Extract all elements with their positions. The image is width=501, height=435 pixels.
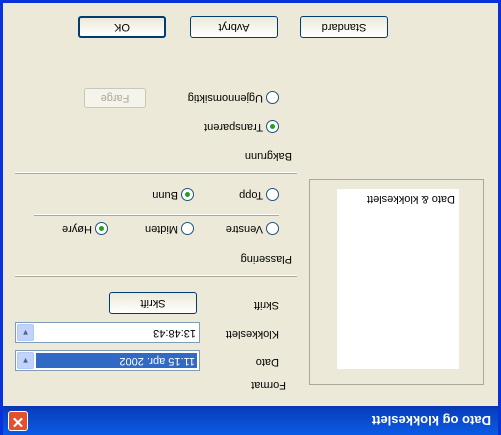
chevron-down-icon[interactable]: ▼	[17, 324, 34, 341]
radio-left[interactable]	[266, 222, 279, 235]
chevron-down-icon[interactable]: ▼	[17, 352, 34, 369]
separator	[34, 214, 279, 216]
preview-paper: Dato & klokkeslett	[337, 189, 459, 369]
preview-text: Dato & klokkeslett	[366, 193, 455, 205]
font-button[interactable]: Skrift	[109, 292, 197, 314]
time-label: Klokkeslett	[225, 328, 279, 340]
date-format-select[interactable]: 11.15 apr. 2002 ▼	[15, 350, 200, 371]
radio-top[interactable]	[266, 188, 279, 201]
date-label: Dato	[255, 356, 279, 368]
time-format-select[interactable]: 13:48:43 ▼	[15, 322, 200, 343]
radio-center[interactable]	[181, 222, 194, 235]
preview-frame: Dato & klokkeslett	[309, 179, 484, 385]
position-heading: Plassering	[240, 253, 292, 265]
separator	[15, 172, 297, 174]
time-format-value: 13:48:43	[153, 327, 196, 339]
ok-button[interactable]: OK	[78, 16, 166, 38]
radio-right-label[interactable]: Høyre	[62, 223, 92, 235]
date-format-value: 11.15 apr. 2002	[36, 353, 197, 368]
separator	[15, 275, 297, 277]
cancel-button[interactable]: Avbryt	[190, 16, 278, 38]
close-button[interactable]: ✕	[8, 411, 28, 431]
window-title: Dato og klokkeslett	[371, 413, 491, 428]
radio-opaque-label[interactable]: Ugjennomsiktig	[188, 92, 263, 104]
radio-bottom[interactable]	[181, 188, 194, 201]
color-button[interactable]: Farge	[84, 88, 146, 108]
radio-transparent[interactable]	[266, 120, 279, 133]
radio-center-label[interactable]: Midten	[145, 223, 178, 235]
radio-opaque[interactable]	[266, 91, 279, 104]
dialog-rotated-container: Dato og klokkeslett ✕ Dato & klokkeslett…	[0, 0, 501, 435]
radio-top-label[interactable]: Topp	[239, 189, 263, 201]
radio-left-label[interactable]: Venstre	[226, 223, 263, 235]
date-time-dialog: Dato og klokkeslett ✕ Dato & klokkeslett…	[0, 0, 501, 435]
background-heading: Bakgrunn	[244, 150, 292, 162]
radio-bottom-label[interactable]: Bunn	[152, 189, 178, 201]
font-label: Skrift	[253, 299, 279, 311]
format-heading: Format	[251, 379, 286, 391]
default-button[interactable]: Standard	[300, 16, 388, 38]
close-icon: ✕	[11, 413, 25, 430]
radio-transparent-label[interactable]: Transparent	[204, 121, 263, 133]
title-bar[interactable]: Dato og klokkeslett ✕	[3, 406, 498, 435]
radio-right[interactable]	[95, 222, 108, 235]
